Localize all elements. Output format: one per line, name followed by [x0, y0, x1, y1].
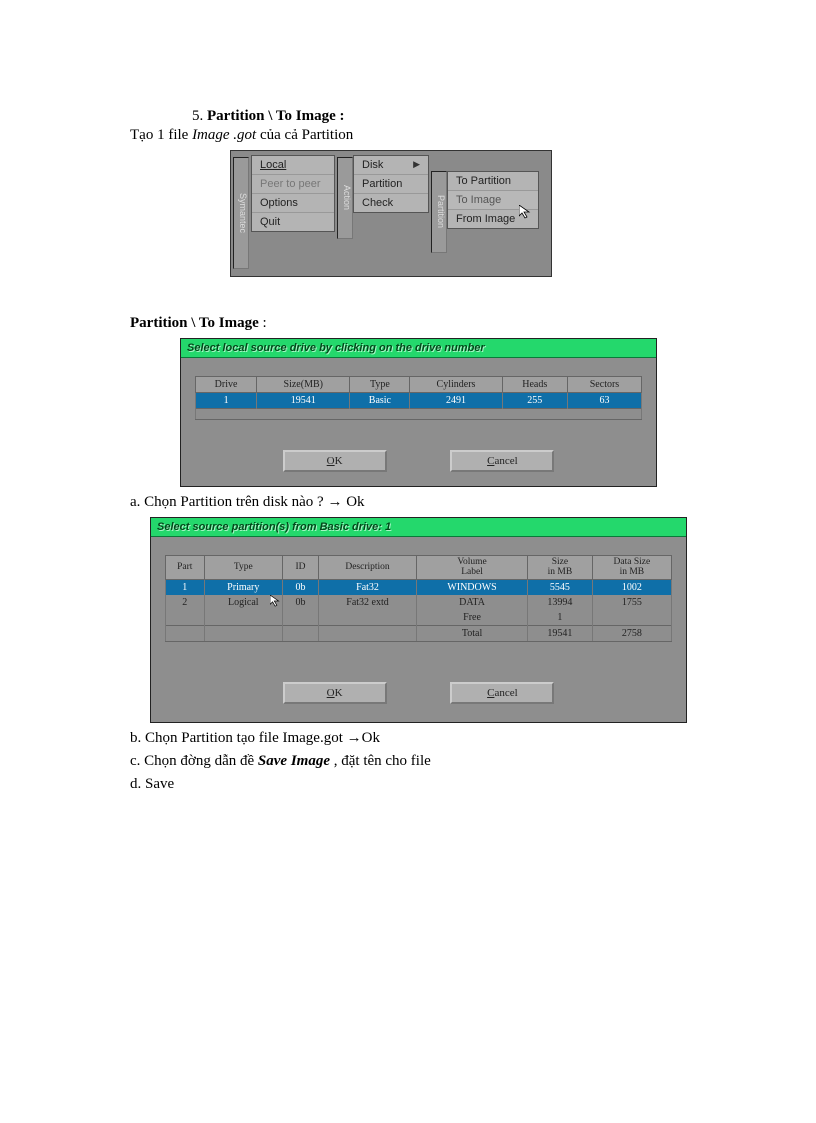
step-a: a. Chọn Partition trên disk nào ? → Ok	[130, 493, 686, 511]
subline-prefix: Tạo 1 file	[130, 127, 192, 143]
ok-button[interactable]: OK	[283, 682, 387, 704]
heading-title: Partition \ To Image	[207, 108, 336, 124]
heading-number: 5.	[192, 108, 203, 124]
section-partition-to-image: Partition \ To Image :	[130, 315, 686, 332]
section-5-heading: 5. Partition \ To Image :	[192, 108, 686, 125]
cursor-icon	[270, 595, 284, 609]
menu-col-2: Disk▶ Partition Check	[353, 155, 429, 213]
symantec-tab: Symantec	[233, 157, 249, 269]
step-c: c. Chọn đờng dẫn đề Save Image , đặt tên…	[130, 753, 686, 770]
cancel-button[interactable]: Cancel	[450, 450, 554, 472]
menu-col-3: To Partition To Image From Image	[447, 171, 539, 229]
menu-item-to-partition[interactable]: To Partition	[448, 172, 538, 191]
action-tab: Action	[337, 157, 353, 239]
drive-table: Drive Size(MB) Type Cylinders Heads Sect…	[195, 376, 642, 420]
menu-item-local[interactable]: Local	[252, 156, 334, 175]
partition-row-1[interactable]: 1 Primary 0b Fat32 WINDOWS 5545 1002	[166, 579, 672, 595]
ghost-menu-screenshot: Symantec Local Peer to peer Options Quit…	[230, 150, 552, 277]
heading-colon: :	[336, 108, 345, 124]
select-partition-title: Select source partition(s) from Basic dr…	[151, 518, 686, 537]
partition-table: Part Type ID Description VolumeLabel Siz…	[165, 555, 672, 642]
select-drive-title: Select local source drive by clicking on…	[181, 339, 656, 358]
partition-table-header: Part Type ID Description VolumeLabel Siz…	[166, 556, 672, 580]
cancel-button[interactable]: Cancel	[450, 682, 554, 704]
arrow-icon: →	[347, 729, 362, 746]
subline-filename: Image .got	[192, 127, 256, 143]
menu-item-peer[interactable]: Peer to peer	[252, 175, 334, 194]
partition-tab: Partition	[431, 171, 447, 253]
section-5-subline: Tạo 1 file Image .got của cả Partition	[130, 127, 686, 144]
ok-button[interactable]: OK	[283, 450, 387, 472]
subline-suffix: của cả Partition	[256, 127, 353, 143]
menu-item-from-image[interactable]: From Image	[448, 210, 538, 228]
step-b: b. Chọn Partition tạo file Image.got →Ok	[130, 729, 686, 747]
menu-item-options[interactable]: Options	[252, 194, 334, 213]
menu-col-1: Local Peer to peer Options Quit	[251, 155, 335, 232]
menu-item-partition[interactable]: Partition	[354, 175, 428, 194]
menu-item-check[interactable]: Check	[354, 194, 428, 212]
menu-item-to-image[interactable]: To Image	[448, 191, 538, 210]
drive-table-header: Drive Size(MB) Type Cylinders Heads Sect…	[196, 377, 642, 393]
menu-item-quit[interactable]: Quit	[252, 213, 334, 231]
partition-row-2[interactable]: 2 Logical 0b Fat32 extd DATA 13994 1755	[166, 595, 672, 610]
drive-row-1[interactable]: 1 19541 Basic 2491 255 63	[196, 393, 642, 409]
partition-row-free: Free 1	[166, 610, 672, 626]
partition-row-total: Total 19541 2758	[166, 625, 672, 641]
arrow-icon: →	[327, 493, 342, 510]
select-drive-dialog: Select local source drive by clicking on…	[180, 338, 657, 487]
select-partition-dialog: Select source partition(s) from Basic dr…	[150, 517, 687, 723]
step-d: d. Save	[130, 776, 686, 793]
menu-item-disk[interactable]: Disk▶	[354, 156, 428, 175]
